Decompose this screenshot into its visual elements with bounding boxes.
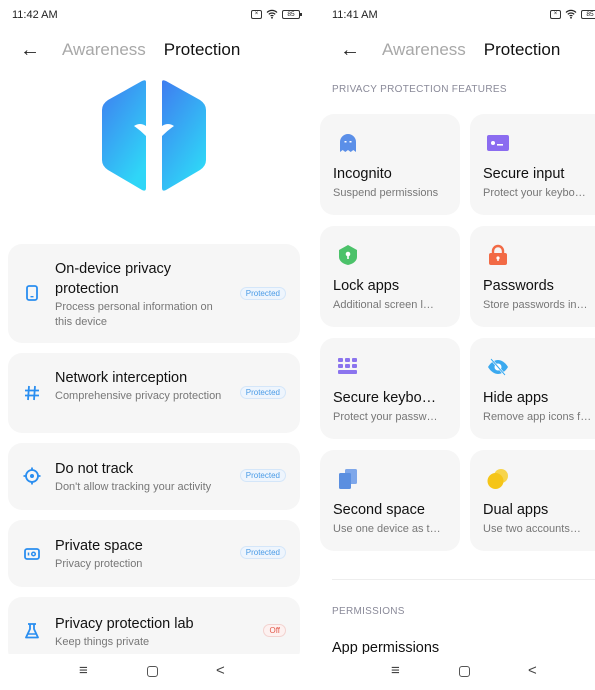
item-title: Do not track (55, 461, 134, 477)
feature-subtitle: Store passwords in… (483, 299, 588, 311)
tab-protection[interactable]: Protection (484, 40, 561, 60)
tab-awareness[interactable]: Awareness (382, 40, 466, 60)
section-divider (332, 579, 595, 580)
terminal-icon (487, 135, 509, 151)
header: ← Awareness Protection (320, 37, 595, 63)
feature-subtitle: Use two accounts… (483, 523, 581, 535)
status-badge: Protected (239, 469, 286, 482)
feature-title: Second space (333, 502, 425, 518)
dual-circles-icon (487, 469, 508, 489)
status-bar: 11:42 AM × 85 (12, 8, 302, 24)
list-item-private-space[interactable]: Private space Privacy protection Protect… (8, 520, 300, 587)
wifi-icon (565, 9, 577, 19)
section-label-permissions: PERMISSIONS (332, 606, 405, 617)
feature-title: Passwords (483, 278, 554, 294)
feature-hide-apps[interactable]: Hide apps Remove app icons f… (470, 338, 595, 439)
feature-lock-apps[interactable]: Lock apps Additional screen l… (320, 226, 460, 327)
eye-off-icon (488, 358, 508, 376)
shield-lock-icon (339, 245, 357, 265)
status-time: 11:42 AM (12, 9, 58, 21)
system-back-button[interactable]: < (528, 662, 537, 679)
item-subtitle: Privacy protection (55, 558, 143, 570)
right-screen: 11:41 AM × 85 ← Awareness Protection PRI… (320, 0, 595, 690)
nav-bar: ≡ < (320, 654, 595, 690)
feature-subtitle: Suspend permissions (333, 187, 439, 199)
item-subtitle: Don't allow tracking your activity (55, 481, 212, 493)
item-subtitle: Keep things private (55, 636, 150, 648)
feature-subtitle: Remove app icons f… (483, 411, 592, 423)
feature-title: Secure keybo… (333, 390, 437, 406)
ghost-icon (340, 134, 356, 152)
tab-awareness[interactable]: Awareness (62, 40, 146, 60)
header: ← Awareness Protection (0, 37, 310, 63)
flask-icon (25, 623, 39, 639)
item-subtitle: Process personal information on this dev… (55, 301, 213, 328)
status-bar: 11:41 AM × 85 (332, 8, 595, 24)
list-item-do-not-track[interactable]: Do not track Don't allow tracking your a… (8, 443, 300, 510)
protection-list: On-device privacy protection Process per… (8, 244, 300, 674)
feature-title: Secure input (483, 166, 565, 182)
item-title: Private space (55, 538, 143, 554)
feature-title: Lock apps (333, 278, 400, 294)
security-hexagon-logo (102, 80, 206, 191)
copy-icon (339, 469, 357, 489)
feature-subtitle: Use one device as t… (333, 523, 441, 535)
feature-passwords[interactable]: Passwords Store passwords in… (470, 226, 595, 327)
home-button[interactable] (147, 666, 158, 677)
left-screen: 11:42 AM × 85 ← Awareness Protection On-… (0, 0, 310, 690)
feature-subtitle: Additional screen l… (333, 299, 434, 311)
status-badge: Protected (239, 287, 286, 300)
feature-title: Dual apps (483, 502, 549, 518)
padlock-icon (489, 244, 507, 265)
tab-protection[interactable]: Protection (164, 40, 241, 60)
hashtag-icon (25, 385, 39, 401)
system-back-button[interactable]: < (216, 662, 225, 679)
sim-icon: × (550, 9, 561, 19)
feature-subtitle: Protect your passw… (333, 411, 438, 423)
status-time: 11:41 AM (332, 9, 378, 21)
target-icon (23, 467, 41, 485)
back-button[interactable]: ← (20, 39, 46, 62)
phone-icon (26, 285, 38, 301)
feature-secure-input[interactable]: Secure input Protect your keybo… (470, 114, 595, 215)
feature-second-space[interactable]: Second space Use one device as t… (320, 450, 460, 551)
safe-icon (24, 548, 40, 560)
list-item-network-interception[interactable]: Network interception Comprehensive priva… (8, 353, 300, 433)
section-label-features: PRIVACY PROTECTION FEATURES (332, 84, 507, 95)
wifi-icon (266, 9, 278, 19)
back-button[interactable]: ← (340, 39, 366, 62)
item-title: Network interception (55, 370, 188, 386)
status-badge: Off (263, 624, 286, 637)
nav-bar: ≡ < (0, 654, 310, 690)
status-icons: × 85 (550, 9, 595, 19)
status-badge: Protected (239, 386, 286, 399)
feature-secure-keyboard[interactable]: Secure keybo… Protect your passw… (320, 338, 460, 439)
item-subtitle: Comprehensive privacy protection (55, 390, 222, 402)
home-button[interactable] (459, 666, 470, 677)
keypad-icon (338, 358, 357, 374)
recents-button[interactable]: ≡ (79, 662, 88, 679)
sim-icon: × (251, 9, 262, 19)
feature-title: Incognito (333, 166, 392, 182)
feature-subtitle: Protect your keybo… (483, 187, 586, 199)
item-title: Privacy protection lab (55, 616, 194, 632)
list-item-on-device-privacy[interactable]: On-device privacy protection Process per… (8, 244, 300, 343)
battery-icon: 85 (282, 9, 302, 19)
recents-button[interactable]: ≡ (391, 662, 400, 679)
battery-icon: 85 (581, 9, 595, 19)
status-badge: Protected (239, 546, 286, 559)
item-title: On-device privacy protection (55, 261, 172, 297)
feature-title: Hide apps (483, 390, 549, 406)
feature-incognito[interactable]: Incognito Suspend permissions (320, 114, 460, 215)
feature-dual-apps[interactable]: Dual apps Use two accounts… (470, 450, 595, 551)
status-icons: × 85 (251, 9, 302, 19)
